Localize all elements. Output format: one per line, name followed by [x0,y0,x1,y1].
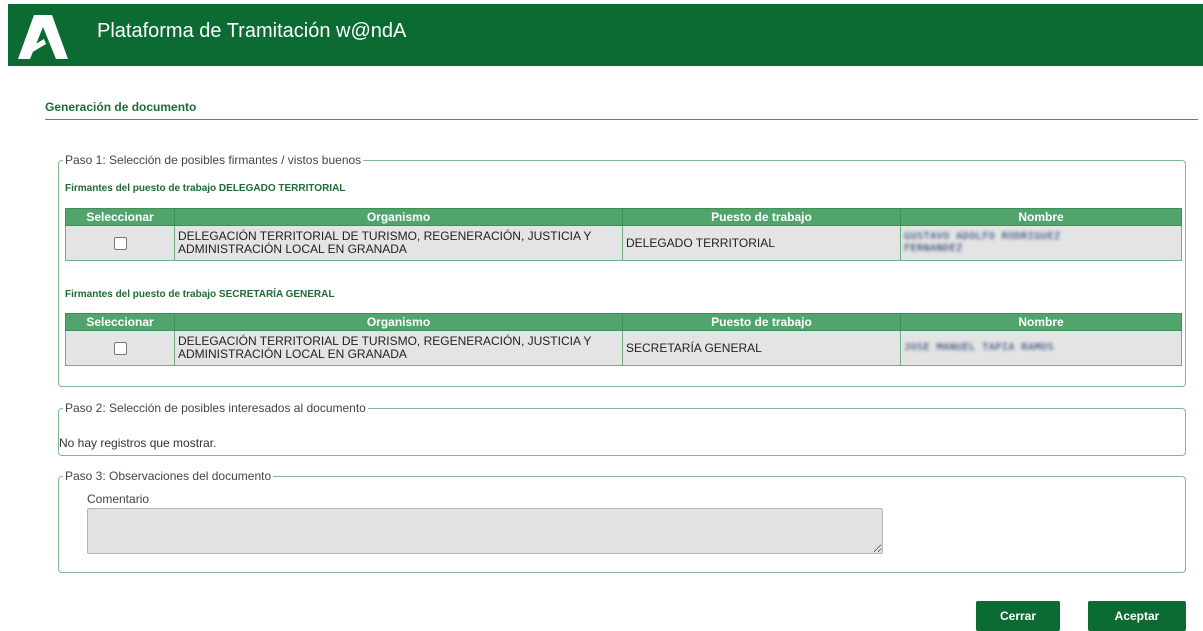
group-title-secretaria: Firmantes del puesto de trabajo SECRETAR… [65,289,335,300]
puesto-cell: DELEGADO TERRITORIAL [622,225,901,261]
col-header-organismo: Organismo [174,208,623,226]
nombre-line1: JOSE MANUEL TAPIA RAMOS [904,342,1054,353]
no-records-message: No hay registros que mostrar. [59,436,217,450]
nombre-line1: GUSTAVO ADOLFO RODRIGUEZ [904,231,1061,242]
nombre-line2: FERNANDEZ [904,243,963,254]
col-header-seleccionar: Seleccionar [65,208,175,226]
col-header-organismo: Organismo [174,313,623,331]
step2-legend: Paso 2: Selección de posibles interesado… [65,401,366,415]
table-row: DELEGACIÓN TERRITORIAL DE TURISMO, REGEN… [65,225,1182,261]
select-signer-checkbox[interactable] [113,341,127,355]
step3-legend: Paso 3: Observaciones del documento [65,469,272,483]
organismo-cell: DELEGACIÓN TERRITORIAL DE TURISMO, REGEN… [174,330,623,366]
table-header-row: Seleccionar Organismo Puesto de trabajo … [65,208,1182,226]
organismo-cell: DELEGACIÓN TERRITORIAL DE TURISMO, REGEN… [174,225,623,261]
title-divider [45,119,1198,120]
page-title: Generación de documento [45,100,197,114]
step2-fieldset: Paso 2: Selección de posibles interesado… [58,401,1186,456]
col-header-puesto: Puesto de trabajo [622,313,901,331]
comment-textarea[interactable] [87,508,883,554]
select-cell [65,330,175,366]
col-header-puesto: Puesto de trabajo [622,208,901,226]
comment-label: Comentario [87,492,150,506]
close-button[interactable]: Cerrar [976,601,1060,631]
accept-button[interactable]: Aceptar [1088,601,1186,631]
col-header-nombre: Nombre [900,208,1182,226]
group-title-delegado: Firmantes del puesto de trabajo DELEGADO… [65,183,346,194]
table-row: DELEGACIÓN TERRITORIAL DE TURISMO, REGEN… [65,330,1182,366]
puesto-cell: SECRETARÍA GENERAL [622,330,901,366]
select-signer-checkbox[interactable] [113,236,127,250]
table-header-row: Seleccionar Organismo Puesto de trabajo … [65,313,1182,331]
col-header-seleccionar: Seleccionar [65,313,175,331]
signers-table-secretaria: Seleccionar Organismo Puesto de trabajo … [65,313,1182,366]
step1-legend: Paso 1: Selección de posibles firmantes … [65,153,362,167]
nombre-cell: GUSTAVO ADOLFO RODRIGUEZ FERNANDEZ [900,225,1182,261]
signers-table-delegado: Seleccionar Organismo Puesto de trabajo … [65,208,1182,261]
junta-andalucia-logo-icon [18,15,68,59]
app-header: Plataforma de Tramitación w@ndA [8,4,1203,66]
select-cell [65,225,175,261]
nombre-cell: JOSE MANUEL TAPIA RAMOS [900,330,1182,366]
col-header-nombre: Nombre [900,313,1182,331]
app-title: Plataforma de Tramitación w@ndA [97,20,407,42]
